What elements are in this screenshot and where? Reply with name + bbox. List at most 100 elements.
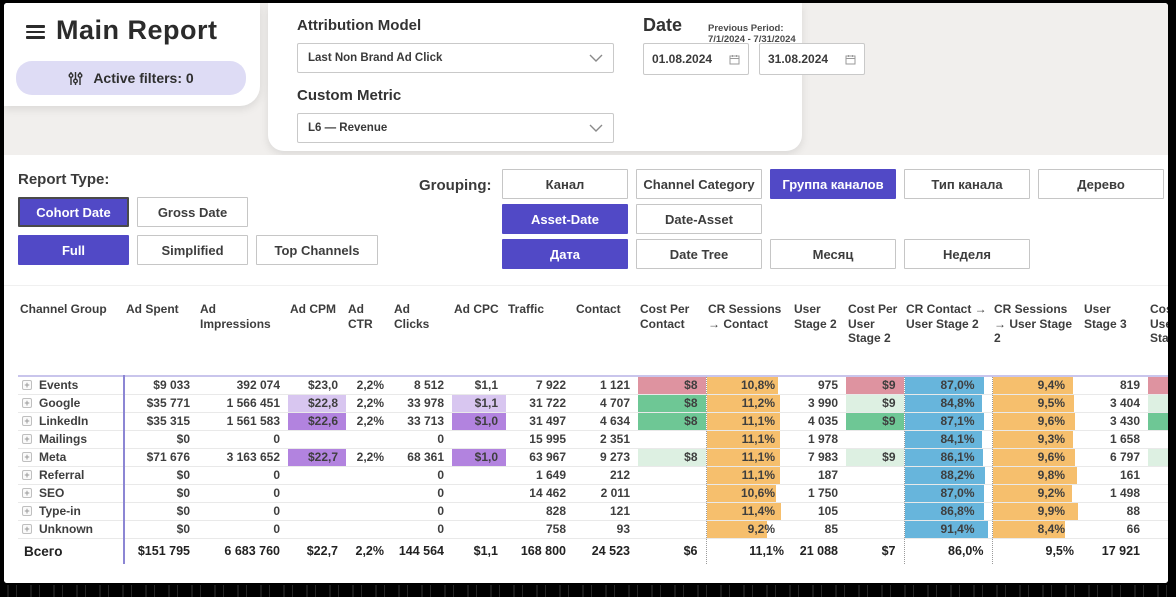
grouping-button-channel-category[interactable]: Channel Category: [636, 169, 762, 199]
table-row[interactable]: +Referral$0001 64921211,1%18788,2%9,8%16…: [18, 466, 1168, 484]
column-header-ad_clicks[interactable]: Ad Clicks: [392, 286, 452, 376]
grouping-button-date-asset[interactable]: Date-Asset: [636, 204, 762, 234]
chevron-down-icon: [589, 54, 603, 62]
table-cell-ad_ctr: 2,2%: [346, 376, 392, 394]
table-cell-ad_cpc: $1,0: [452, 412, 506, 430]
cell-value: 11,1%: [742, 468, 775, 482]
expand-row-icon[interactable]: +: [22, 470, 32, 480]
table-cell-cr_contact_user_stage_2: 86,1%: [904, 448, 992, 466]
table-row[interactable]: +Unknown$000758939,2%8591,4%8,4%66: [18, 520, 1168, 538]
grouping-button-дата[interactable]: Дата: [502, 239, 628, 269]
column-header-cr_contact_user_stage_2[interactable]: CR Contact → User Stage 2: [904, 286, 992, 376]
table-cell-user_stage_2: 1 750: [792, 484, 846, 502]
grouping-button-дерево[interactable]: Дерево: [1038, 169, 1164, 199]
column-header-cr_sessions_contact[interactable]: CR Sessions → Contact: [706, 286, 792, 376]
cell-value: 87,1%: [940, 414, 974, 428]
grouping-button-тип-канала[interactable]: Тип канала: [904, 169, 1030, 199]
column-header-cost_per_contact[interactable]: Cost Per Contact: [638, 286, 706, 376]
grouping-button-канал[interactable]: Канал: [502, 169, 628, 199]
cell-value: $9: [882, 450, 895, 464]
table-cell-cr_sessions_contact: 11,1%: [706, 412, 792, 430]
table-row[interactable]: +SEO$00014 4622 01110,6%1 75087,0%9,2%1 …: [18, 484, 1168, 502]
cell-value: 2,2%: [357, 450, 384, 464]
table-cell-ad_cpm: $22,6: [288, 412, 346, 430]
calendar-icon[interactable]: [729, 54, 740, 65]
expand-row-icon[interactable]: +: [22, 416, 32, 426]
grouping-row: Дата Date Tree Месяц Неделя: [502, 239, 1164, 269]
cell-value: 9,9%: [1038, 504, 1065, 518]
column-header-ad_impressions[interactable]: Ad Impressions: [198, 286, 288, 376]
custom-metric-select[interactable]: L6 — Revenue: [297, 113, 614, 143]
table-cell-user_stage_2: 1 978: [792, 430, 846, 448]
column-header-channel_group[interactable]: Channel Group: [18, 286, 124, 376]
grouping-button-неделя[interactable]: Неделя: [904, 239, 1030, 269]
table-cell-user_stage_3: 819: [1082, 376, 1148, 394]
cell-value: 819: [1120, 378, 1140, 392]
report-type-button-simplified[interactable]: Simplified: [137, 235, 248, 265]
grouping-button-месяц[interactable]: Месяц: [770, 239, 896, 269]
expand-row-icon[interactable]: +: [22, 398, 32, 408]
table-cell-cr_sessions_user_stage_2: 9,5%: [992, 538, 1082, 564]
column-header-ad_cpm[interactable]: Ad CPM: [288, 286, 346, 376]
cell-value: 84,1%: [940, 432, 974, 446]
table-row[interactable]: +Mailings$00015 9952 35111,1%1 97884,1%9…: [18, 430, 1168, 448]
attribution-model-select[interactable]: Last Non Brand Ad Click: [297, 43, 614, 73]
grouping-button-группа-каналов[interactable]: Группа каналов: [770, 169, 896, 199]
column-header-contact[interactable]: Contact: [574, 286, 638, 376]
date-end-input[interactable]: 31.08.2024: [759, 43, 865, 75]
bottom-noise-strip: [0, 585, 1176, 597]
column-header-user_stage_3[interactable]: User Stage 3: [1082, 286, 1148, 376]
report-type-button-top-channels[interactable]: Top Channels: [256, 235, 378, 265]
cell-value: 31 497: [529, 414, 566, 428]
report-type-button-gross-date[interactable]: Gross Date: [137, 197, 248, 227]
report-type-button-full[interactable]: Full: [18, 235, 129, 265]
expand-row-icon[interactable]: +: [22, 506, 32, 516]
table-row[interactable]: +Type-in$00082812111,4%10586,8%9,9%88: [18, 502, 1168, 520]
table-cell-ad_impressions: 6 683 760: [198, 538, 288, 564]
cell-value: $8: [684, 414, 697, 428]
column-header-ad_cpc[interactable]: Ad CPC: [452, 286, 506, 376]
active-filters-button[interactable]: Active filters: 0: [16, 61, 246, 95]
table-row[interactable]: +Google$35 7711 566 451$22,82,2%33 978$1…: [18, 394, 1168, 412]
table-cell-traffic: 14 462: [506, 484, 574, 502]
table-cell-user_stage_3: 1 498: [1082, 484, 1148, 502]
table-row[interactable]: +Meta$71 6763 163 652$22,72,2%68 361$1,0…: [18, 448, 1168, 466]
column-header-cr_sessions_user_stage_2[interactable]: CR Sessions → User Stage 2: [992, 286, 1082, 376]
expand-row-icon[interactable]: +: [22, 380, 32, 390]
column-header-ad_spent[interactable]: Ad Spent: [124, 286, 198, 376]
report-type-button-cohort-date[interactable]: Cohort Date: [18, 197, 129, 227]
table-cell-cr_contact_user_stage_2: 84,8%: [904, 394, 992, 412]
table-cell-cost_per_user_stage_3: [1148, 520, 1168, 538]
menu-icon[interactable]: [26, 25, 45, 39]
expand-row-icon[interactable]: +: [22, 452, 32, 462]
grouping-button-date-tree[interactable]: Date Tree: [636, 239, 762, 269]
report-table: Channel GroupAd SpentAd ImpressionsAd CP…: [18, 286, 1168, 564]
column-header-user_stage_2[interactable]: User Stage 2: [792, 286, 846, 376]
table-cell-cr_contact_user_stage_2: 87,1%: [904, 412, 992, 430]
column-header-ad_ctr[interactable]: Ad CTR: [346, 286, 392, 376]
grouping-button-asset-date[interactable]: Asset-Date: [502, 204, 628, 234]
table-cell-user_stage_2: 21 088: [792, 538, 846, 564]
channel-group-name: Mailings: [39, 432, 87, 446]
table-cell-user_stage_2: 105: [792, 502, 846, 520]
cell-value: $35 315: [147, 414, 190, 428]
table-cell-ad_spent: $35 315: [124, 412, 198, 430]
table-cell-ad_ctr: [346, 466, 392, 484]
column-header-cost_per_user_stage_3[interactable]: Cost Per User Stage 3: [1148, 286, 1168, 376]
column-header-cost_per_user_stage_2[interactable]: Cost Per User Stage 2: [846, 286, 904, 376]
table-cell-cr_contact_user_stage_2: 87,0%: [904, 376, 992, 394]
expand-row-icon[interactable]: +: [22, 434, 32, 444]
table-row[interactable]: +Events$9 033392 074$23,02,2%8 512$1,17 …: [18, 376, 1168, 394]
table-row[interactable]: +LinkedIn$35 3151 561 583$22,62,2%33 713…: [18, 412, 1168, 430]
date-start-input[interactable]: 01.08.2024: [643, 43, 749, 75]
table-cell-ad_cpm: $23,0: [288, 376, 346, 394]
table-cell-ad_cpc: [452, 484, 506, 502]
calendar-icon[interactable]: [845, 54, 856, 65]
table-cell-ad_ctr: [346, 430, 392, 448]
table-cell-cost_per_contact: $8: [638, 448, 706, 466]
expand-row-icon[interactable]: +: [22, 488, 32, 498]
cell-value: $1,0: [475, 414, 498, 428]
table-cell-contact: 4 634: [574, 412, 638, 430]
expand-row-icon[interactable]: +: [22, 524, 32, 534]
column-header-traffic[interactable]: Traffic: [506, 286, 574, 376]
